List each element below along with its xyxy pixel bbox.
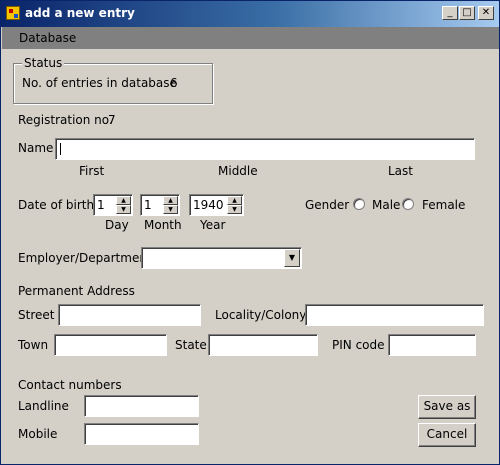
landline-input[interactable] <box>84 395 199 417</box>
state-input[interactable] <box>208 334 318 356</box>
contact-heading: Contact numbers <box>18 378 122 392</box>
name-first-caption: First <box>79 164 105 178</box>
town-label: Town <box>18 338 49 352</box>
day-caption: Day <box>105 218 129 232</box>
day-value: 1 <box>97 198 105 212</box>
status-legend: Status <box>22 56 65 70</box>
pin-label: PIN code <box>332 338 385 352</box>
month-spinner[interactable]: 1 ▲ ▼ <box>140 194 180 216</box>
registration-label: Registration no. <box>18 113 113 127</box>
text-caret <box>60 143 61 155</box>
day-down-arrow-icon[interactable]: ▼ <box>116 205 131 214</box>
state-label: State <box>175 338 207 352</box>
minimize-button[interactable]: _ <box>442 6 458 20</box>
street-input[interactable] <box>58 304 201 326</box>
gender-male-label: Male <box>372 198 401 212</box>
menu-bar: Database <box>2 27 499 49</box>
mobile-label: Mobile <box>18 427 58 441</box>
chevron-down-icon[interactable]: ▼ <box>284 249 300 267</box>
pin-input[interactable] <box>388 334 476 356</box>
landline-label: Landline <box>18 399 69 413</box>
gender-female-radio[interactable] <box>402 198 414 210</box>
year-down-arrow-icon[interactable]: ▼ <box>227 205 242 214</box>
month-caption: Month <box>144 218 182 232</box>
registration-value: 7 <box>108 113 116 127</box>
name-last-caption: Last <box>388 164 413 178</box>
employer-dropdown[interactable]: ▼ <box>141 247 302 269</box>
month-down-arrow-icon[interactable]: ▼ <box>163 205 178 214</box>
add-entry-window: add a new entry _ □ ✕ Database Status No… <box>0 0 500 465</box>
gender-male-radio[interactable] <box>353 198 365 210</box>
locality-label: Locality/Colony <box>215 308 307 322</box>
day-up-arrow-icon[interactable]: ▲ <box>116 196 131 205</box>
save-as-button[interactable]: Save as <box>418 395 476 419</box>
name-input[interactable] <box>55 138 475 160</box>
close-button[interactable]: ✕ <box>478 6 494 20</box>
name-label: Name <box>18 141 54 155</box>
gender-label: Gender <box>305 198 350 212</box>
town-input[interactable] <box>54 334 167 356</box>
month-up-arrow-icon[interactable]: ▲ <box>163 196 178 205</box>
window-title: add a new entry <box>25 6 135 20</box>
address-heading: Permanent Address <box>18 284 135 298</box>
year-up-arrow-icon[interactable]: ▲ <box>227 196 242 205</box>
entries-count-label: No. of entries in database <box>22 76 177 90</box>
name-middle-caption: Middle <box>218 164 258 178</box>
maximize-button[interactable]: □ <box>459 6 475 20</box>
year-value: 1940 <box>193 198 224 212</box>
app-icon <box>6 6 20 20</box>
entries-count-value: 6 <box>170 76 178 90</box>
mobile-input[interactable] <box>84 423 199 445</box>
month-value: 1 <box>144 198 152 212</box>
street-label: Street <box>18 308 55 322</box>
year-caption: Year <box>200 218 226 232</box>
locality-input[interactable] <box>305 304 484 326</box>
dob-label: Date of birth <box>18 198 95 212</box>
year-spinner[interactable]: 1940 ▲ ▼ <box>189 194 244 216</box>
employer-label: Employer/Department <box>18 251 152 265</box>
title-bar[interactable]: add a new entry _ □ ✕ <box>1 1 499 27</box>
cancel-button[interactable]: Cancel <box>418 423 476 447</box>
menu-item-database[interactable]: Database <box>19 31 76 45</box>
gender-female-label: Female <box>422 198 466 212</box>
day-spinner[interactable]: 1 ▲ ▼ <box>93 194 133 216</box>
